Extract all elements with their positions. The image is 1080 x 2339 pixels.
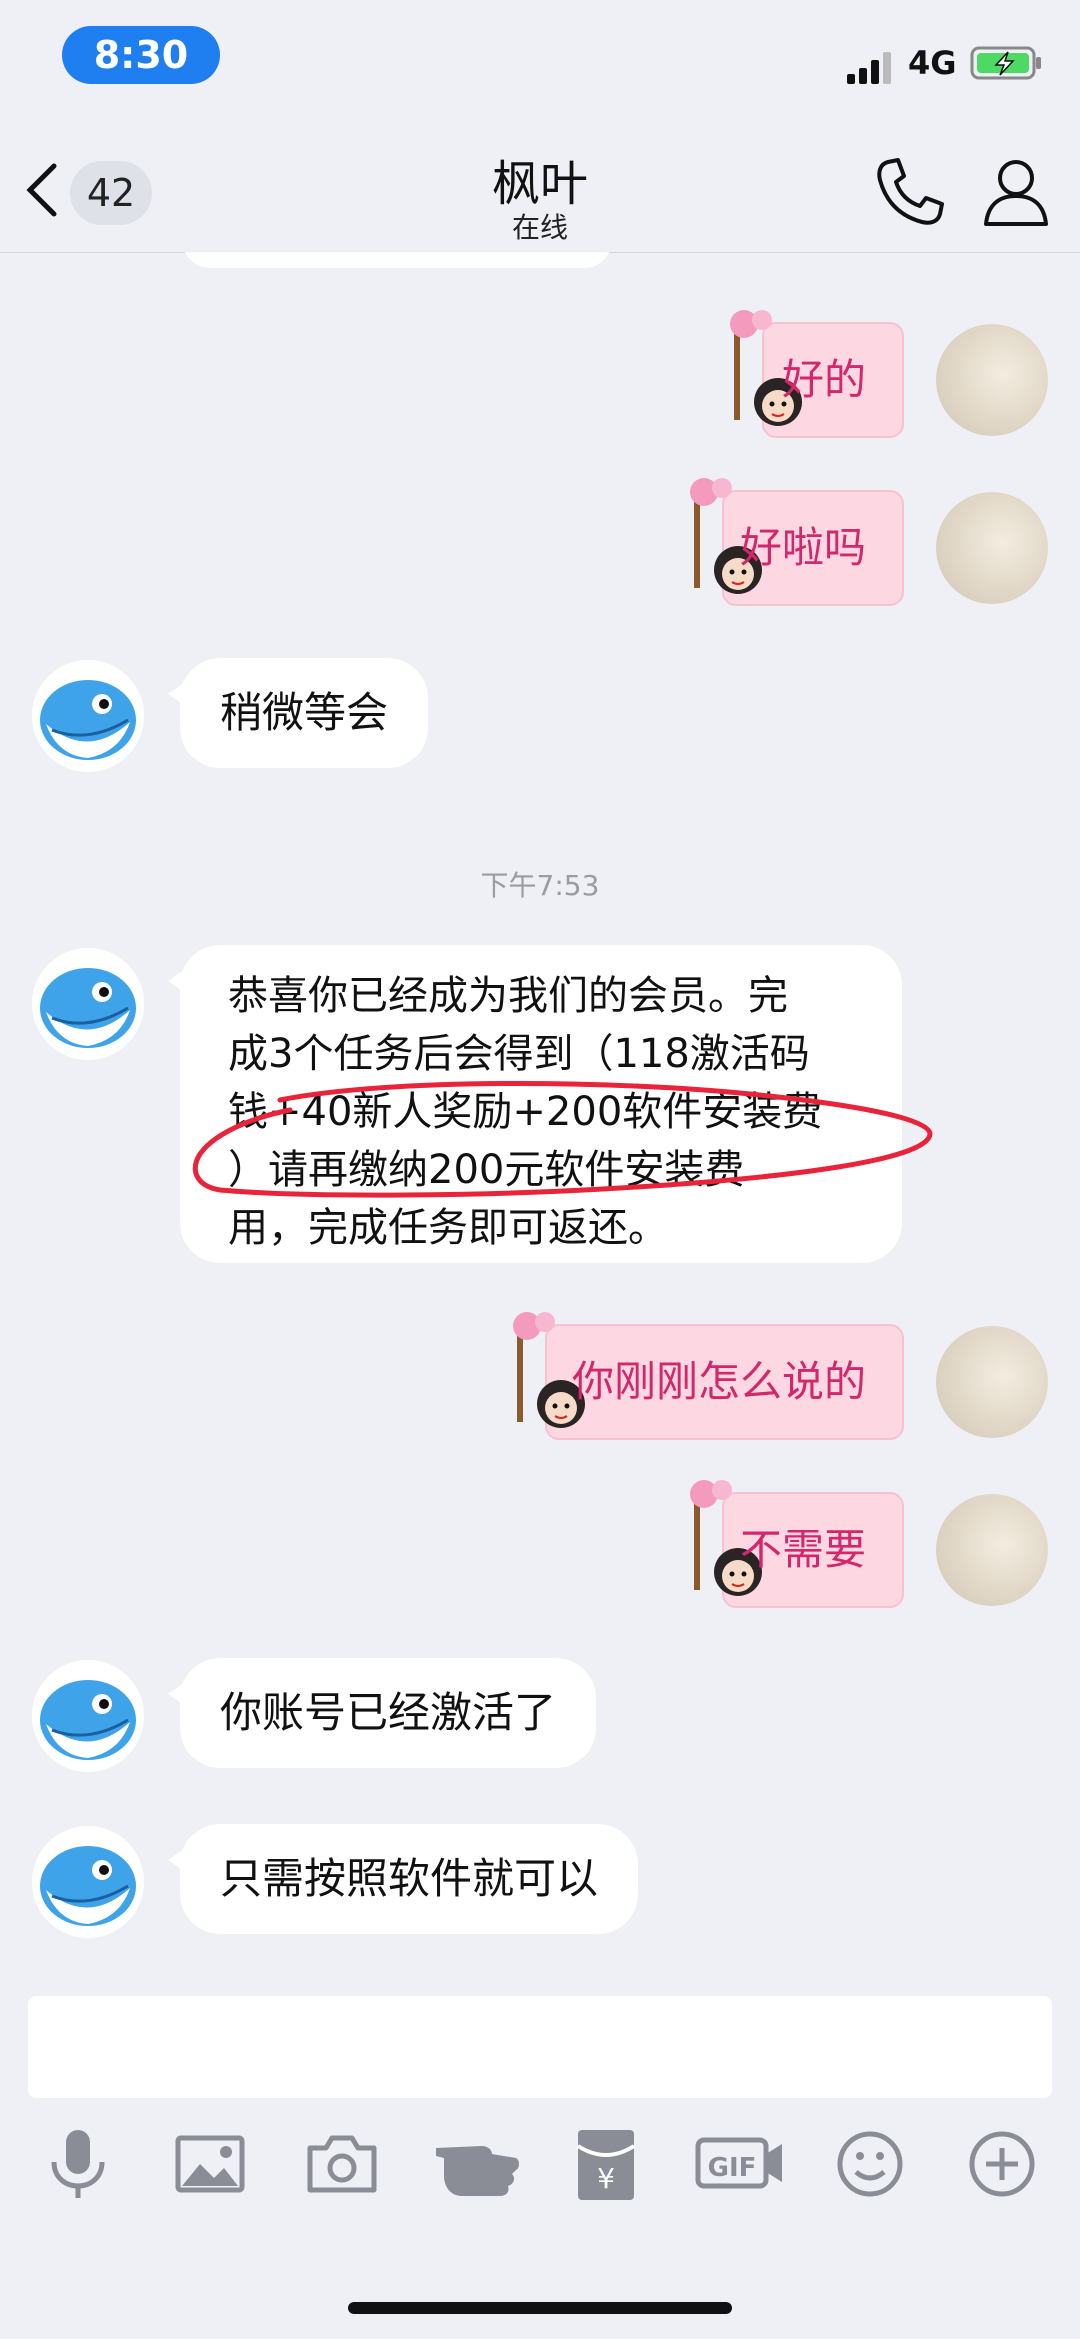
battery-icon: [970, 46, 1041, 80]
outgoing-message[interactable]: 不需要: [690, 1480, 904, 1608]
image-icon[interactable]: [170, 2124, 250, 2204]
my-avatar[interactable]: [936, 324, 1048, 436]
status-bar: 8:30 4G: [0, 0, 1080, 120]
chat-list[interactable]: 好的 好啦吗 稍微等会 下午7:53 恭喜你已经成为我们的会员。完 成3个任务后…: [0, 252, 1080, 1980]
signal-icon: [847, 48, 897, 84]
poke-icon[interactable]: [432, 2124, 522, 2204]
contact-avatar[interactable]: [32, 1826, 144, 1938]
input-toolbar: ¥ GIF: [0, 2124, 1080, 2224]
red-circle-annotation: [193, 1080, 933, 1198]
home-indicator[interactable]: [348, 2302, 732, 2314]
message-text: 你账号已经激活了: [220, 1688, 557, 1737]
message-text: 只需按照软件就可以: [220, 1854, 599, 1903]
red-packet-icon[interactable]: ¥: [566, 2124, 646, 2204]
gif-icon[interactable]: GIF: [694, 2124, 786, 2204]
mic-icon[interactable]: [38, 2124, 118, 2204]
outgoing-message[interactable]: 好啦吗: [690, 478, 904, 606]
emoji-icon[interactable]: [830, 2124, 910, 2204]
contact-avatar[interactable]: [32, 660, 144, 772]
incoming-message[interactable]: 你账号已经激活了: [167, 1658, 597, 1768]
message-text: 好啦吗: [739, 523, 866, 572]
contact-avatar[interactable]: [32, 1660, 144, 1772]
outgoing-message[interactable]: 好的: [730, 310, 904, 438]
chat-header: 42 枫叶 在线: [0, 120, 1080, 253]
dolphin-avatar-icon: [32, 1826, 144, 1938]
message-input[interactable]: [28, 1996, 1052, 2098]
message-text: 稍微等会: [220, 688, 389, 737]
message-text: 你刚刚怎么说的: [571, 1357, 866, 1406]
svg-text:¥: ¥: [597, 2162, 615, 2195]
dolphin-avatar-icon: [32, 1660, 144, 1772]
incoming-message[interactable]: 稍微等会: [167, 658, 429, 768]
outgoing-message[interactable]: 你刚刚怎么说的: [513, 1312, 904, 1440]
phone-icon[interactable]: [872, 154, 948, 230]
network-type: 4G: [908, 44, 957, 82]
contact-avatar[interactable]: [32, 948, 144, 1060]
svg-text:GIF: GIF: [708, 2153, 757, 2183]
previous-message-bubble: [182, 252, 612, 268]
dolphin-avatar-icon: [32, 660, 144, 772]
plus-icon[interactable]: [962, 2124, 1042, 2204]
my-avatar[interactable]: [936, 492, 1048, 604]
message-text: 不需要: [739, 1525, 866, 1574]
profile-icon[interactable]: [978, 154, 1054, 230]
status-time: 8:30: [62, 26, 220, 84]
message-text: 好的: [781, 355, 866, 404]
my-avatar[interactable]: [936, 1326, 1048, 1438]
camera-icon[interactable]: [302, 2124, 382, 2204]
my-avatar[interactable]: [936, 1494, 1048, 1606]
incoming-message[interactable]: 只需按照软件就可以: [167, 1824, 639, 1934]
dolphin-avatar-icon: [32, 948, 144, 1060]
message-timestamp: 下午7:53: [480, 869, 600, 902]
message-line: 恭喜你已经成为我们的会员。完: [228, 973, 788, 1019]
